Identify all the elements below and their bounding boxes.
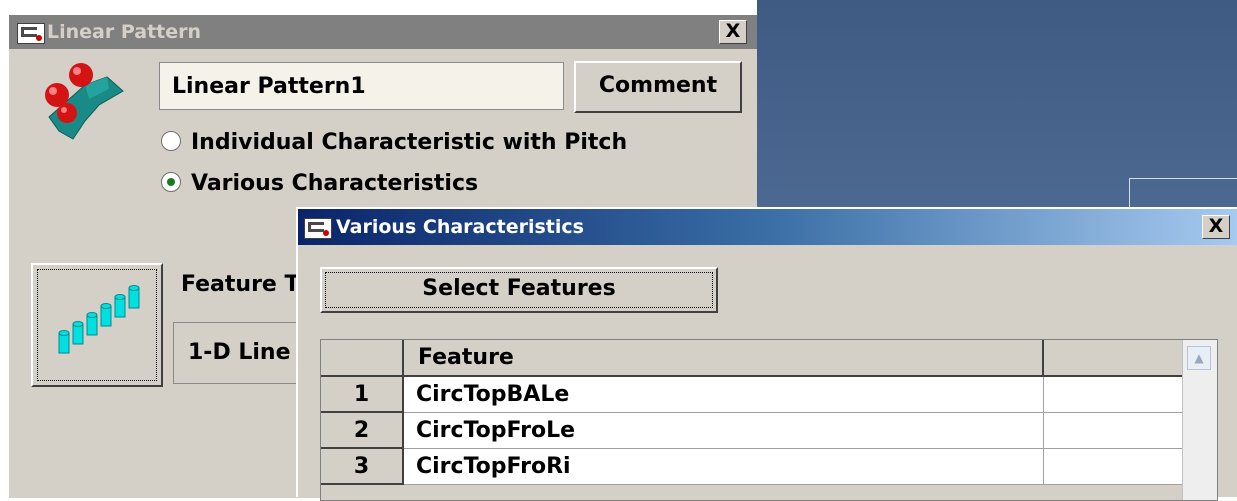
table-header-row: Feature: [321, 340, 1186, 377]
table-row[interactable]: 1 CircTopBALe: [321, 376, 1186, 413]
various-characteristics-dialog: Various Characteristics X Select Feature…: [296, 207, 1237, 501]
table-row[interactable]: 2 CircTopFroLe: [321, 412, 1186, 449]
close-button[interactable]: X: [719, 20, 747, 44]
extra-cell[interactable]: [1043, 448, 1186, 485]
radio-label: Various Characteristics: [191, 171, 479, 196]
extra-cell[interactable]: [1043, 376, 1186, 413]
pattern-name-field[interactable]: [159, 62, 564, 110]
radio-individual-characteristic[interactable]: Individual Characteristic with Pitch: [161, 128, 627, 158]
column-header: [321, 340, 404, 377]
features-table[interactable]: Feature 1 CircTopBALe 2 CircTopFroLe 3 C…: [320, 339, 1218, 501]
feature-type-label: Feature T: [181, 272, 300, 297]
dialog-title: Linear Pattern: [47, 21, 202, 43]
radio-various-characteristics[interactable]: Various Characteristics: [161, 169, 478, 199]
radio-button[interactable]: [161, 131, 181, 151]
model-edge: [1129, 178, 1237, 179]
scroll-up-arrow-icon[interactable]: ▲: [1187, 346, 1211, 370]
feature-type-button[interactable]: [31, 263, 163, 387]
model-edge: [1129, 178, 1130, 208]
row-number[interactable]: 2: [321, 412, 404, 449]
extra-cell[interactable]: [1043, 412, 1186, 449]
row-number[interactable]: 1: [321, 376, 404, 413]
linear-pattern-icon: [45, 63, 124, 140]
row-number[interactable]: 3: [321, 448, 404, 485]
various-characteristics-titlebar[interactable]: Various Characteristics X: [298, 209, 1237, 245]
dialog-title: Various Characteristics: [336, 216, 584, 238]
column-header[interactable]: [1043, 340, 1186, 377]
table-row[interactable]: 3 CircTopFroRi: [321, 448, 1186, 485]
feature-cell[interactable]: CircTopBALe: [403, 376, 1044, 413]
feature-cell[interactable]: CircTopFroRi: [403, 448, 1044, 485]
vertical-scrollbar[interactable]: ▲: [1182, 340, 1217, 500]
app-icon: [17, 23, 45, 44]
close-button[interactable]: X: [1202, 215, 1230, 239]
column-header-feature[interactable]: Feature: [403, 340, 1044, 377]
feature-array-icon: [58, 285, 140, 354]
select-features-button[interactable]: Select Features: [320, 267, 718, 313]
app-icon: [304, 218, 332, 239]
radio-label: Individual Characteristic with Pitch: [191, 130, 628, 155]
linear-pattern-titlebar[interactable]: Linear Pattern X: [9, 15, 757, 49]
feature-cell[interactable]: CircTopFroLe: [403, 412, 1044, 449]
radio-button[interactable]: [161, 172, 181, 192]
comment-button[interactable]: Comment: [574, 61, 742, 113]
